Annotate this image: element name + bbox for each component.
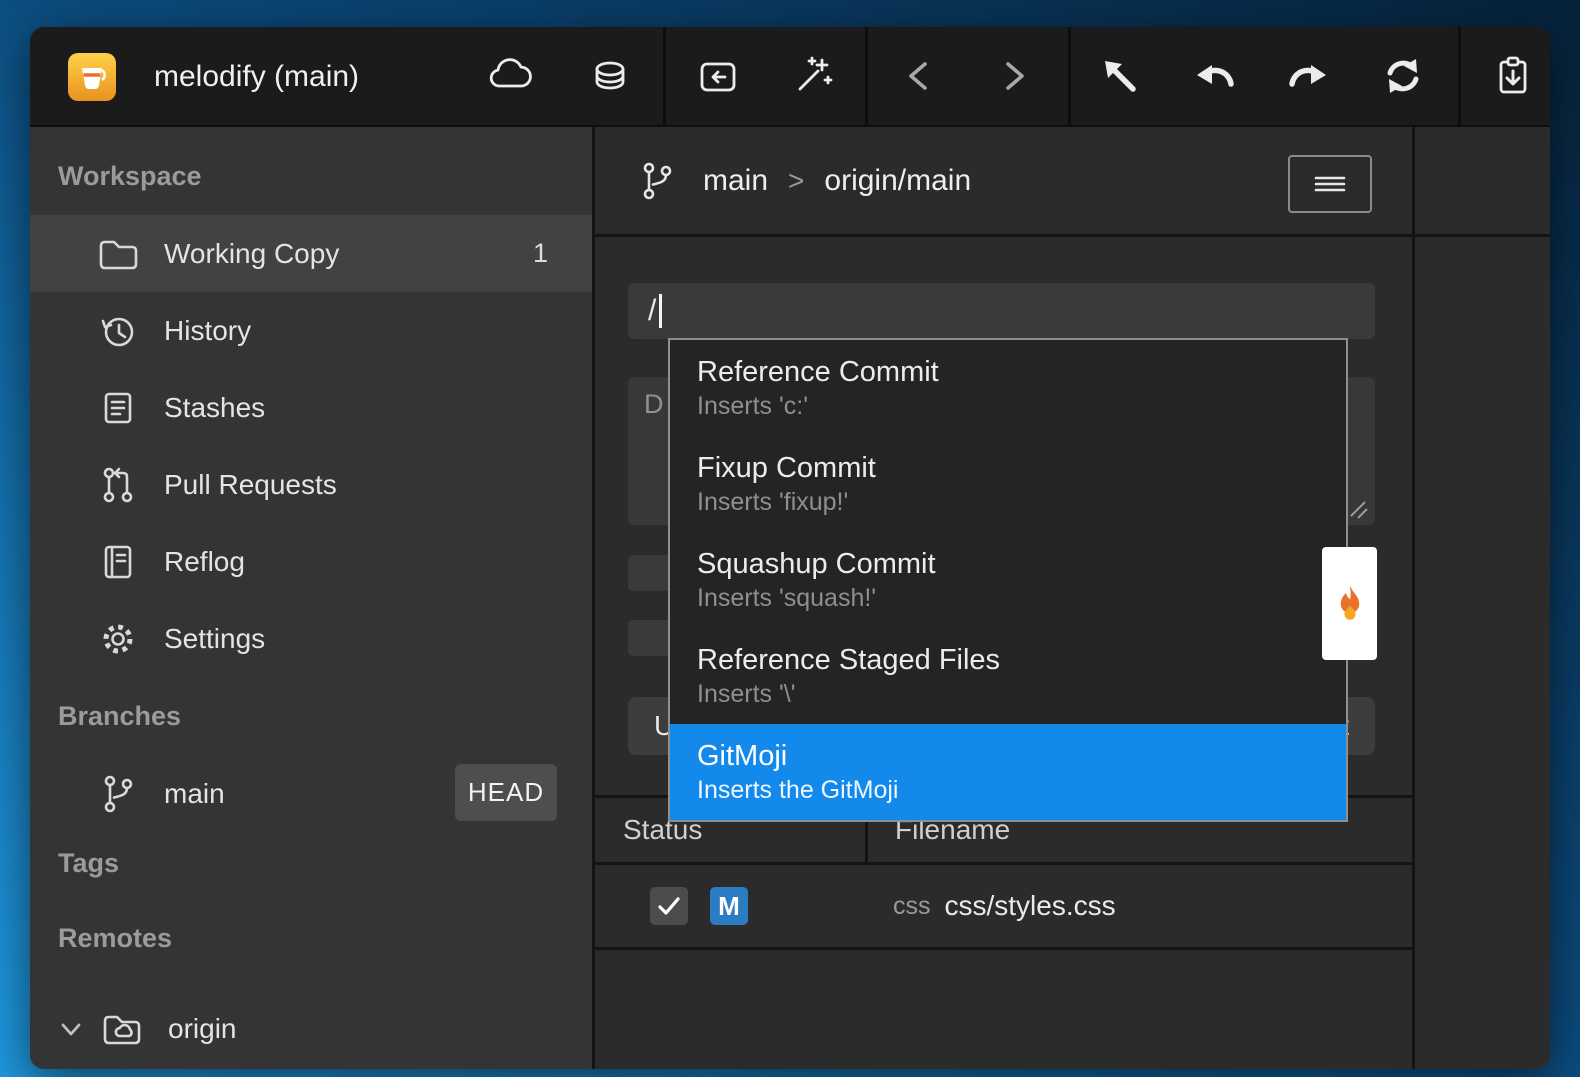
commit-summary-input[interactable]: / <box>628 283 1375 339</box>
gitmoji-preview <box>1322 547 1377 660</box>
autocomplete-item-fixup-commit[interactable]: Fixup Commit Inserts 'fixup!' <box>670 436 1346 532</box>
breadcrumb-separator: > <box>788 165 804 197</box>
sidebar-item-reflog[interactable]: Reflog <box>30 523 592 600</box>
pull-icon[interactable] <box>1190 51 1240 101</box>
sidebar-item-label: Pull Requests <box>164 469 337 501</box>
cloud-icon[interactable] <box>485 51 535 101</box>
back-icon[interactable] <box>895 51 945 101</box>
titlebar-separator <box>1068 27 1071 125</box>
autocomplete-item-title: Fixup Commit <box>697 452 1346 485</box>
branch-icon <box>635 159 679 203</box>
sidebar-section-tags: Tags <box>58 848 119 879</box>
resize-handle-icon[interactable] <box>1347 498 1369 520</box>
commit-description-text: D <box>644 389 664 419</box>
autocomplete-dropdown: Reference Commit Inserts 'c:' Fixup Comm… <box>668 338 1348 822</box>
pull-request-icon <box>96 463 140 507</box>
upstream-branch-label: origin/main <box>824 164 971 198</box>
autocomplete-item-subtitle: Inserts 'c:' <box>697 392 1346 421</box>
repo-icon[interactable] <box>693 51 743 101</box>
branch-menu-button[interactable] <box>1288 155 1372 213</box>
forward-icon[interactable] <box>988 51 1038 101</box>
current-branch-label: main <box>703 164 768 198</box>
app-window: melodify (main) <box>30 27 1550 1069</box>
commit-summary-value: / <box>648 294 656 328</box>
sidebar-item-label: Working Copy <box>164 238 339 270</box>
autocomplete-item-reference-commit[interactable]: Reference Commit Inserts 'c:' <box>670 340 1346 436</box>
autocomplete-item-squashup-commit[interactable]: Squashup Commit Inserts 'squash!' <box>670 532 1346 628</box>
autocomplete-item-title: Squashup Commit <box>697 548 1346 581</box>
history-icon <box>96 309 140 353</box>
sidebar-item-settings[interactable]: Settings <box>30 600 592 677</box>
autocomplete-item-gitmoji[interactable]: GitMoji Inserts the GitMoji <box>670 724 1346 820</box>
wand-icon[interactable] <box>788 51 838 101</box>
fetch-icon[interactable] <box>1095 51 1145 101</box>
titlebar-separator <box>1458 27 1461 125</box>
autocomplete-item-subtitle: Inserts 'squash!' <box>697 584 1346 613</box>
sidebar-item-label: History <box>164 315 251 347</box>
remote-folder-icon <box>100 1007 144 1051</box>
sidebar-item-pull-requests[interactable]: Pull Requests <box>30 446 592 523</box>
sidebar-section-branches: Branches <box>58 701 181 732</box>
stage-checkbox[interactable] <box>650 887 688 925</box>
sidebar-item-remote-origin[interactable]: origin <box>30 990 592 1067</box>
folder-icon <box>96 232 140 276</box>
sidebar-item-label: Settings <box>164 623 265 655</box>
sidebar-section-workspace: Workspace <box>58 161 202 192</box>
stash-icon[interactable] <box>1488 51 1538 101</box>
drive-icon[interactable] <box>585 51 635 101</box>
working-copy-count-badge: 1 <box>533 238 548 269</box>
autocomplete-item-reference-staged-files[interactable]: Reference Staged Files Inserts '\' <box>670 628 1346 724</box>
sidebar-item-label: Stashes <box>164 392 265 424</box>
chevron-down-icon[interactable] <box>54 1012 88 1046</box>
sidebar-item-history[interactable]: History <box>30 292 592 369</box>
right-panel-divider <box>1412 127 1415 1069</box>
push-icon[interactable] <box>1283 51 1333 101</box>
sidebar: Workspace Working Copy 1 History <box>30 127 592 1069</box>
sidebar-item-label: Reflog <box>164 546 245 578</box>
titlebar-separator <box>865 27 868 125</box>
titlebar: melodify (main) <box>30 27 1550 127</box>
autocomplete-item-title: GitMoji <box>697 740 1346 773</box>
gear-icon <box>96 617 140 661</box>
text-caret <box>659 294 662 328</box>
flame-emoji <box>1325 579 1375 629</box>
file-type-label: css <box>893 892 931 921</box>
sidebar-item-branch-main[interactable]: main HEAD <box>30 755 592 832</box>
sidebar-item-stashes[interactable]: Stashes <box>30 369 592 446</box>
reflog-icon <box>96 540 140 584</box>
autocomplete-item-subtitle: Inserts '\' <box>697 680 1346 709</box>
file-name: css/styles.css <box>945 890 1116 922</box>
table-row[interactable]: M css css/styles.css <box>595 865 1412 950</box>
checkmark-icon <box>656 893 682 919</box>
window-title: melodify (main) <box>154 27 359 127</box>
sidebar-section-remotes: Remotes <box>58 923 172 954</box>
autocomplete-item-subtitle: Inserts the GitMoji <box>697 776 1346 805</box>
sidebar-item-label: main <box>164 778 225 810</box>
menu-icon <box>1312 166 1348 202</box>
autocomplete-item-subtitle: Inserts 'fixup!' <box>697 488 1346 517</box>
branch-icon <box>96 772 140 816</box>
sync-icon[interactable] <box>1378 51 1428 101</box>
autocomplete-item-title: Reference Commit <box>697 356 1346 389</box>
autocomplete-item-title: Reference Staged Files <box>697 644 1346 677</box>
titlebar-separator <box>663 27 666 125</box>
sidebar-item-working-copy[interactable]: Working Copy 1 <box>30 215 592 292</box>
branch-bar: main > origin/main <box>595 127 1412 237</box>
app-icon <box>68 53 116 101</box>
head-badge: HEAD <box>455 764 557 821</box>
right-panel-header <box>1415 127 1550 237</box>
stashes-icon <box>96 386 140 430</box>
sidebar-item-label: origin <box>168 1013 236 1045</box>
status-badge: M <box>710 887 748 925</box>
